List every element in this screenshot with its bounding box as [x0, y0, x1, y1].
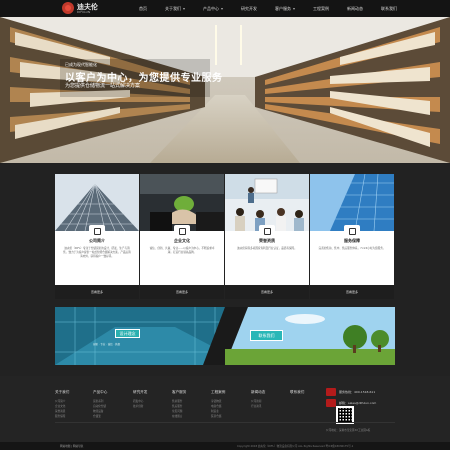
footer-link[interactable]: 仓储笼: [93, 414, 107, 419]
footer-heading: 研究开发: [133, 390, 148, 394]
footer-heading: 工程案例: [211, 390, 226, 394]
footer-heading: 新闻动态: [251, 390, 266, 394]
footer-column-research: 研究开发 研发中心 技术创新: [133, 390, 147, 409]
warehouse-image: [0, 17, 450, 163]
footer: 关于我们 公司简介 企业文化 荣誉资质 服务保障 产品中心 货架系列 自动化仓储…: [0, 376, 450, 450]
nav-label: 关于我们: [165, 6, 181, 11]
footer-heading: 客户服务: [172, 390, 187, 394]
logo-mark-icon: [62, 2, 74, 14]
phone-icon: [326, 388, 336, 396]
email-icon: [326, 399, 336, 407]
hero-line-3: 为您提供仓储物流一站式解决方案: [65, 83, 141, 89]
nav-item-home[interactable]: 首页: [130, 0, 156, 17]
left-banner-caption: 创新 · 专业 · 诚信 · 共赢: [93, 343, 121, 346]
card-more-button[interactable]: 查看更多: [55, 285, 139, 299]
copyright: Copyright 2018 迪夫伦（DIFL）物流设备有限公司 ALL Rig…: [237, 445, 354, 448]
footer-column-news: 新闻动态 公司新闻 行业资讯: [251, 390, 265, 409]
nav-item-news[interactable]: 新闻动态: [338, 0, 372, 17]
footer-column-contact: 联系我们: [290, 390, 304, 399]
footer-bottom-bar: 网站地图 | 网站导航 Copyright 2018 迪夫伦（DIFL）物流设备…: [0, 442, 450, 450]
email-address[interactable]: 邮箱：sales@difulun.com: [339, 401, 376, 405]
feature-card-honor[interactable]: 荣誉资质 迪夫伦获得多项国家专利及行业认证，品质有保障。 查看更多: [225, 174, 309, 299]
footer-column-products: 产品中心 货架系列 自动化仓储 物流设备 仓储笼: [93, 390, 107, 419]
nav-label: 客户服务: [275, 6, 291, 11]
main-nav: 首页 关于我们 产品中心 研究开发 客户服务 工程案例 新闻动态 联系我们: [130, 0, 406, 17]
nav-item-contact[interactable]: 联系我们: [372, 0, 406, 17]
footer-link[interactable]: 医药仓储: [211, 414, 225, 419]
footer-column-about: 关于我们 公司简介 企业文化 荣誉资质 服务保障: [55, 390, 69, 419]
contact-us-button[interactable]: 联系我们: [250, 330, 283, 341]
chevron-down-icon: [221, 7, 223, 10]
footer-link[interactable]: 在线留言: [172, 414, 186, 419]
nav-label: 新闻动态: [347, 6, 363, 11]
card-body: 迪夫伦获得多项国家专利及行业认证，品质有保障。: [237, 247, 297, 250]
nav-item-about[interactable]: 关于我们: [156, 0, 194, 17]
footer-link[interactable]: 服务保障: [55, 414, 69, 419]
footer-column-cases: 工程案例 冷链物流 电商仓储 制造业 医药仓储: [211, 390, 225, 419]
footer-link[interactable]: 行业资讯: [251, 404, 265, 409]
promo-banners: 设计理念 创新 · 专业 · 诚信 · 共赢 联系我们: [55, 307, 395, 365]
nav-label: 工程案例: [313, 6, 329, 11]
card-title: 服务保障: [344, 238, 360, 243]
feature-cards: 公司简介 迪夫伦（DIFL）专注于仓储货架的设计、研发、生产与销售，致力于为客户…: [55, 174, 395, 299]
card-body: 完善的售前、售中、售后服务体系，7×24小时为您服务。: [318, 247, 386, 250]
card-more-button[interactable]: 查看更多: [140, 285, 224, 299]
nav-label: 产品中心: [203, 6, 219, 11]
top-navigation-bar: 迪夫伦 DIFULUN 首页 关于我们 产品中心 研究开发 客户服务 工程案例 …: [0, 0, 450, 17]
card-more-button[interactable]: 查看更多: [310, 285, 394, 299]
sitemap-links[interactable]: 网站地图 | 网站导航: [60, 444, 83, 448]
meeting-image: [225, 174, 309, 231]
feature-card-service[interactable]: 服务保障 完善的售前、售中、售后服务体系，7×24小时为您服务。 查看更多: [310, 174, 394, 299]
page: 迪夫伦 DIFULUN 首页 关于我们 产品中心 研究开发 客户服务 工程案例 …: [0, 0, 450, 450]
hero-banner[interactable]: 已成为现代智能化 以客户为中心，为您提供专业服务 为您提供仓储物流一站式解决方案: [0, 17, 450, 163]
footer-divider: [55, 422, 395, 423]
footer-column-service: 客户服务 售前服务 售后服务 常见问题 在线留言: [172, 390, 186, 419]
footer-heading: 联系我们: [290, 390, 305, 394]
card-title: 企业文化: [174, 238, 190, 243]
nav-label: 首页: [139, 6, 147, 11]
card-title: 公司简介: [89, 238, 105, 243]
culture-icon: [174, 225, 190, 237]
honor-icon: [259, 225, 275, 237]
about-icon: [89, 225, 105, 237]
design-concept-button[interactable]: 设计理念: [115, 329, 140, 338]
logo[interactable]: 迪夫伦 DIFULUN: [62, 2, 122, 16]
glass-tower-image: [310, 174, 394, 231]
nav-item-products[interactable]: 产品中心: [194, 0, 232, 17]
nav-item-service[interactable]: 客户服务: [266, 0, 304, 17]
building-image: [55, 174, 139, 231]
card-body: 诚信、创新、共赢、专业——以客户为中心，不断追求卓越，打造行业领先品牌。: [149, 247, 215, 255]
footer-link[interactable]: 技术创新: [133, 404, 147, 409]
phone-number[interactable]: 服务热线：400-1518-611: [339, 390, 375, 394]
feature-card-culture[interactable]: 企业文化 诚信、创新、共赢、专业——以客户为中心，不断追求卓越，打造行业领先品牌…: [140, 174, 224, 299]
logo-subtitle: DIFULUN: [77, 10, 91, 14]
card-body: 迪夫伦（DIFL）专注于仓储货架的设计、研发、生产与销售，致力于为客户提供一站式…: [63, 247, 131, 259]
footer-heading: 关于我们: [55, 390, 70, 394]
company-address: 公司地址：深圳市宝安区XX工业园A栋: [326, 429, 371, 432]
hero-line-1: 已成为现代智能化: [65, 62, 97, 67]
card-title: 荣誉资质: [259, 238, 275, 243]
nav-item-cases[interactable]: 工程案例: [304, 0, 338, 17]
nav-label: 研究开发: [241, 6, 257, 11]
chevron-down-icon: [183, 7, 185, 10]
chevron-down-icon: [293, 7, 295, 10]
service-icon: [344, 225, 360, 237]
card-more-button[interactable]: 查看更多: [225, 285, 309, 299]
footer-heading: 产品中心: [93, 390, 108, 394]
handshake-image: [140, 174, 224, 231]
nav-label: 联系我们: [381, 6, 397, 11]
left-banner[interactable]: 设计理念 创新 · 专业 · 诚信 · 共赢: [55, 307, 248, 365]
nav-item-research[interactable]: 研究开发: [232, 0, 266, 17]
feature-card-about[interactable]: 公司简介 迪夫伦（DIFL）专注于仓储货架的设计、研发、生产与销售，致力于为客户…: [55, 174, 139, 299]
